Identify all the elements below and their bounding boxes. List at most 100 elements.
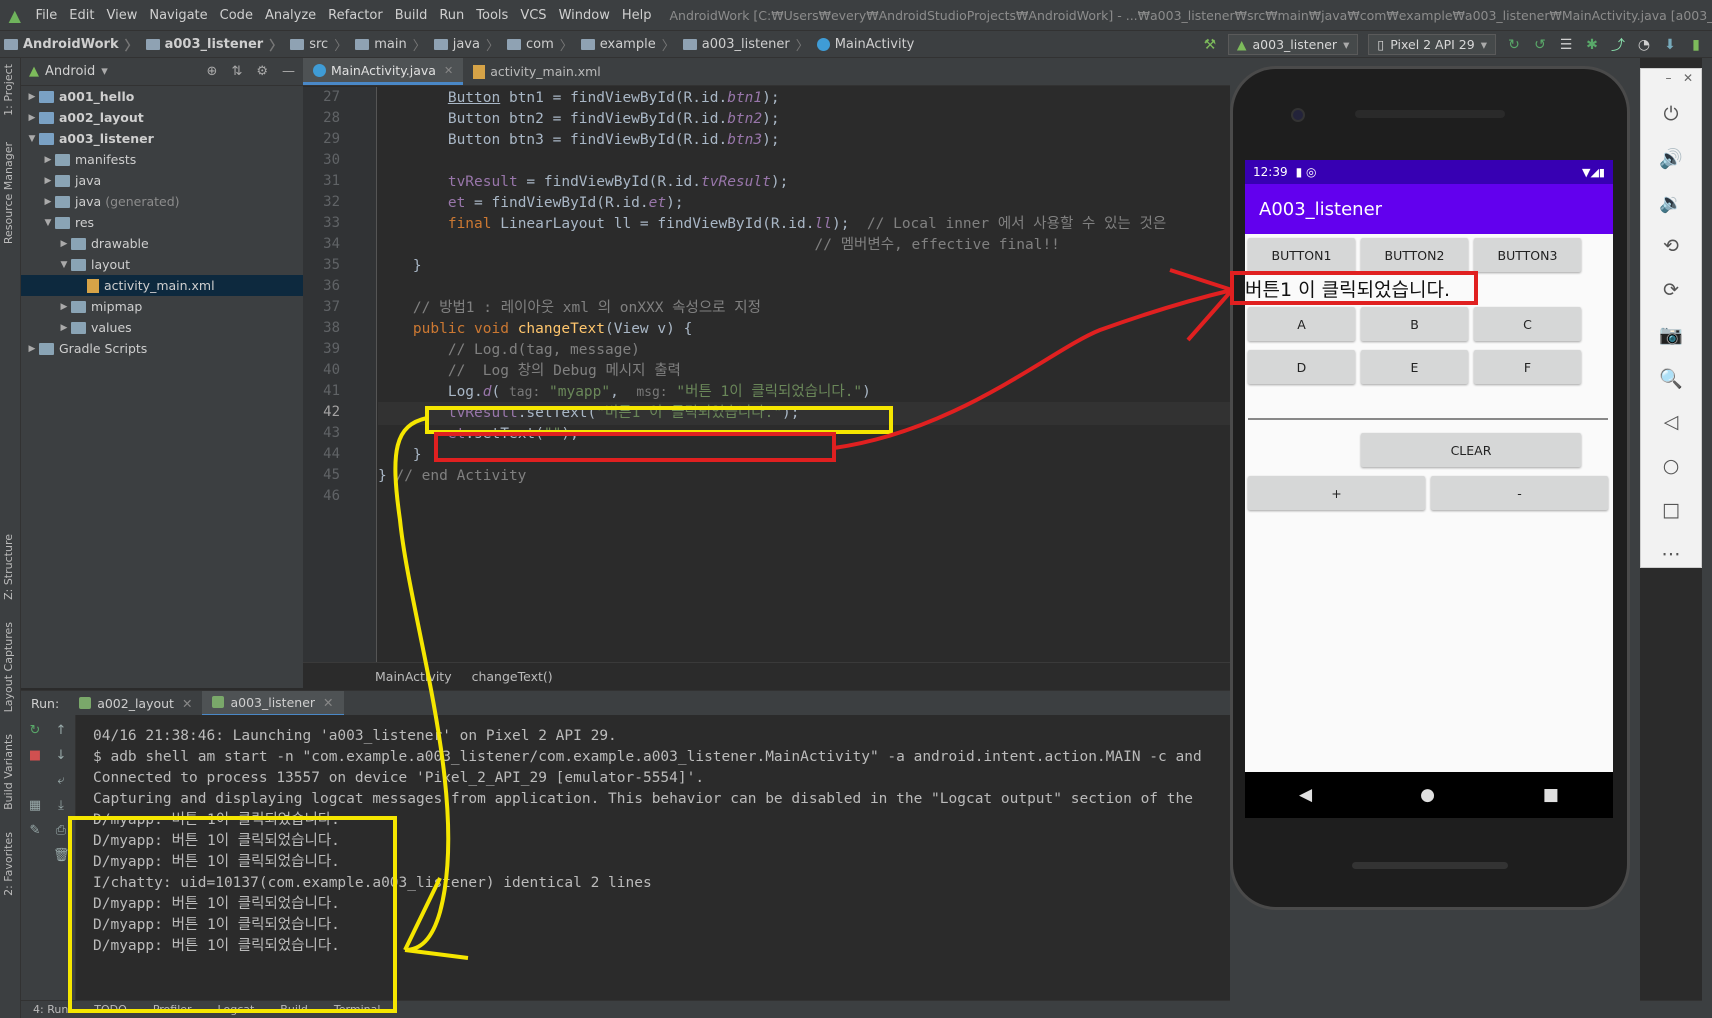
clear-button[interactable]: CLEAR bbox=[1361, 433, 1581, 467]
crumb-src[interactable]: src 〉 bbox=[286, 35, 351, 54]
button-a[interactable]: A bbox=[1248, 307, 1355, 341]
tab-favorites[interactable]: 2: Favorites bbox=[2, 832, 15, 896]
make-icon[interactable]: ☰ bbox=[1558, 37, 1574, 53]
menu-vcs[interactable]: VCS bbox=[514, 8, 552, 23]
bottom-tab-todo[interactable]: TODO bbox=[94, 1003, 127, 1016]
home-icon[interactable]: ○ bbox=[1641, 455, 1701, 477]
menu-build[interactable]: Build bbox=[389, 8, 434, 23]
menu-navigate[interactable]: Navigate bbox=[143, 8, 213, 23]
tree-item[interactable]: ▶ a001_hello bbox=[21, 86, 303, 107]
tree-item[interactable]: ▶ a002_layout bbox=[21, 107, 303, 128]
pin-icon[interactable]: ✎ bbox=[27, 823, 43, 839]
run-tab-a003[interactable]: a003_listener ✕ bbox=[202, 690, 344, 716]
button-b[interactable]: B bbox=[1361, 307, 1468, 341]
zoom-icon[interactable]: 🔍 bbox=[1641, 367, 1701, 390]
crumb-class[interactable]: MainActivity bbox=[813, 37, 919, 52]
expanded-arrow-icon[interactable]: ▼ bbox=[57, 260, 71, 270]
menu-analyze[interactable]: Analyze bbox=[259, 8, 322, 23]
crumb-com[interactable]: com 〉 bbox=[503, 35, 577, 54]
tab-mainactivity-java[interactable]: MainActivity.java ✕ bbox=[303, 58, 464, 85]
scroll-down-icon[interactable]: ↓ bbox=[53, 748, 69, 764]
collapsed-arrow-icon[interactable]: ▶ bbox=[25, 344, 39, 354]
tab-build-variants[interactable]: Build Variants bbox=[2, 734, 15, 810]
menu-help[interactable]: Help bbox=[616, 8, 658, 23]
back-icon[interactable]: ◁ bbox=[1641, 411, 1701, 433]
expanded-arrow-icon[interactable]: ▼ bbox=[25, 134, 39, 144]
collapsed-arrow-icon[interactable]: ▶ bbox=[25, 92, 39, 102]
stop-icon[interactable]: ■ bbox=[27, 748, 43, 764]
minus-button[interactable]: - bbox=[1431, 476, 1608, 510]
overview-icon[interactable]: □ bbox=[1641, 499, 1701, 521]
run-tab-a002[interactable]: a002_layout ✕ bbox=[69, 691, 202, 716]
collapsed-arrow-icon[interactable]: ▶ bbox=[41, 197, 55, 207]
menu-edit[interactable]: Edit bbox=[63, 8, 100, 23]
tab-structure[interactable]: Z: Structure bbox=[2, 534, 15, 600]
profiler-icon[interactable]: ◔ bbox=[1636, 37, 1652, 53]
collapsed-arrow-icon[interactable]: ▶ bbox=[25, 113, 39, 123]
tree-item[interactable]: ▶ java bbox=[21, 170, 303, 191]
menu-window[interactable]: Window bbox=[553, 8, 616, 23]
tab-activity-main-xml[interactable]: activity_main.xml bbox=[463, 58, 611, 85]
edit-text-input[interactable] bbox=[1248, 418, 1608, 420]
recents-icon[interactable]: ■ bbox=[1543, 785, 1559, 805]
tree-item[interactable]: ▶ mipmap bbox=[21, 296, 303, 317]
apply-changes-icon[interactable]: ↻ bbox=[1506, 37, 1522, 53]
breadcrumb-class[interactable]: MainActivity bbox=[375, 669, 452, 684]
tree-item[interactable]: ▶ Gradle Scripts bbox=[21, 338, 303, 359]
crumb-package[interactable]: a003_listener 〉 bbox=[679, 35, 813, 54]
collapsed-arrow-icon[interactable]: ▶ bbox=[41, 176, 55, 186]
tree-item[interactable]: ▼ res bbox=[21, 212, 303, 233]
apply-code-changes-icon[interactable]: ↺ bbox=[1532, 37, 1548, 53]
scroll-up-icon[interactable]: ↑ bbox=[53, 723, 69, 739]
rotate-right-icon[interactable]: ⟳ bbox=[1641, 279, 1701, 301]
volume-down-icon[interactable]: 🔉 bbox=[1641, 191, 1701, 214]
debug-icon[interactable]: ✱ bbox=[1584, 37, 1600, 53]
menu-tools[interactable]: Tools bbox=[470, 8, 514, 23]
button-f[interactable]: F bbox=[1474, 350, 1581, 384]
collapsed-arrow-icon[interactable]: ▶ bbox=[57, 302, 71, 312]
menu-code[interactable]: Code bbox=[214, 8, 259, 23]
button-e[interactable]: E bbox=[1361, 350, 1468, 384]
tree-item[interactable]: ▼ layout bbox=[21, 254, 303, 275]
camera-icon[interactable]: 📷 bbox=[1641, 323, 1701, 346]
collapsed-arrow-icon[interactable]: ▶ bbox=[57, 323, 71, 333]
crumb-project[interactable]: AndroidWork 〉 bbox=[0, 35, 142, 54]
gear-icon[interactable]: ⚙ bbox=[256, 64, 268, 79]
tree-item[interactable]: ▶ drawable bbox=[21, 233, 303, 254]
trash-icon[interactable]: 🗑 bbox=[53, 848, 70, 864]
volume-up-icon[interactable]: 🔊 bbox=[1641, 147, 1701, 170]
button3[interactable]: BUTTON3 bbox=[1474, 238, 1581, 272]
device-dropdown[interactable]: ▯ Pixel 2 API 29 ▾ bbox=[1368, 34, 1496, 55]
close-icon[interactable]: ✕ bbox=[444, 64, 453, 77]
menu-refactor[interactable]: Refactor bbox=[322, 8, 389, 23]
rerun-icon[interactable]: ↻ bbox=[27, 723, 43, 739]
project-view-selector[interactable]: Android bbox=[45, 64, 95, 79]
code-editor[interactable]: Button btn1 = findViewById(R.id.btn1); B… bbox=[378, 87, 1230, 662]
collapsed-arrow-icon[interactable]: ▶ bbox=[41, 155, 55, 165]
expanded-arrow-icon[interactable]: ▼ bbox=[41, 218, 55, 228]
layout-icon[interactable]: ▦ bbox=[27, 798, 43, 814]
minimize-icon[interactable]: — bbox=[282, 64, 295, 79]
run-config-dropdown[interactable]: ▲ a003_listener ▾ bbox=[1227, 34, 1359, 55]
tree-item[interactable]: ▶ values bbox=[21, 317, 303, 338]
menu-file[interactable]: File bbox=[30, 8, 64, 23]
run-console[interactable]: 04/16 21:38:46: Launching 'a003_listener… bbox=[77, 715, 1230, 1000]
print-icon[interactable]: ⎙ bbox=[53, 823, 69, 839]
power-icon[interactable]: ⏻ bbox=[1641, 103, 1701, 125]
hammer-build-icon[interactable]: ⚒ bbox=[1202, 37, 1218, 53]
phone-screen[interactable]: 12:39 ▮ ◎ ▼◢▮ A003_listener BUTTON1 BUTT… bbox=[1245, 160, 1613, 772]
bottom-tab-terminal[interactable]: Terminal bbox=[334, 1003, 381, 1016]
soft-wrap-icon[interactable]: ⤶ bbox=[53, 773, 69, 789]
crumb-module[interactable]: a003_listener 〉 bbox=[142, 35, 287, 54]
collapsed-arrow-icon[interactable]: ▶ bbox=[57, 239, 71, 249]
sdk-manager-icon[interactable]: ⬇ bbox=[1662, 37, 1678, 53]
window-controls[interactable]: – ✕ bbox=[1666, 71, 1694, 85]
tab-resource-manager[interactable]: Resource Manager bbox=[2, 142, 15, 244]
tree-item[interactable]: activity_main.xml bbox=[21, 275, 303, 296]
tree-item[interactable]: ▼ a003_listener bbox=[21, 128, 303, 149]
bottom-tab-profiler[interactable]: Profiler bbox=[153, 1003, 192, 1016]
crumb-example[interactable]: example 〉 bbox=[577, 35, 679, 54]
breadcrumb-method[interactable]: changeText() bbox=[472, 669, 553, 684]
tab-layout-captures[interactable]: Layout Captures bbox=[2, 622, 15, 712]
crumb-java[interactable]: java 〉 bbox=[430, 35, 503, 54]
